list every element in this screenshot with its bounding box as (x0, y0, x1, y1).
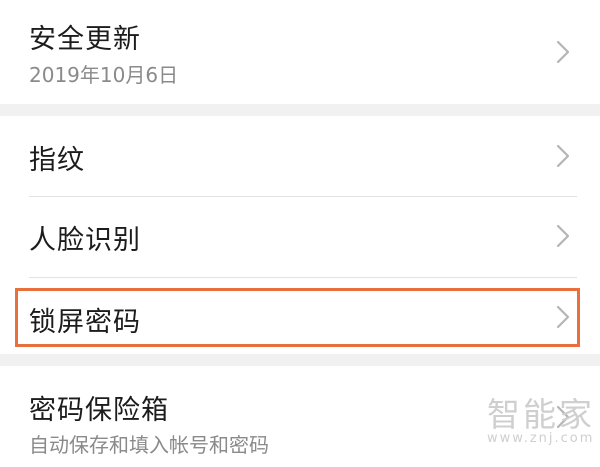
settings-item-security-update[interactable]: 安全更新 2019年10月6日 (0, 0, 600, 104)
chevron-right-icon (556, 224, 570, 248)
settings-item-title: 人脸识别 (29, 225, 141, 256)
settings-item-title: 密码保险箱 (29, 395, 169, 426)
watermark-url: www.znj.com (487, 431, 595, 446)
section-gap (0, 104, 600, 116)
watermark-logo-text: 智能家 (487, 395, 595, 434)
settings-item-title: 安全更新 (29, 24, 141, 55)
chevron-right-icon (556, 40, 570, 64)
settings-item-subtitle: 2019年10月6日 (29, 63, 179, 87)
watermark: 智能家 www.znj.com (487, 398, 595, 446)
settings-item-title: 指纹 (29, 145, 85, 176)
chevron-right-icon (556, 144, 570, 168)
highlight-box (15, 288, 580, 347)
settings-item-face-recognition[interactable]: 人脸识别 (0, 197, 600, 277)
settings-item-subtitle: 自动保存和填入帐号和密码 (29, 433, 269, 457)
settings-item-fingerprint[interactable]: 指纹 (0, 116, 600, 196)
section-gap (0, 354, 600, 366)
